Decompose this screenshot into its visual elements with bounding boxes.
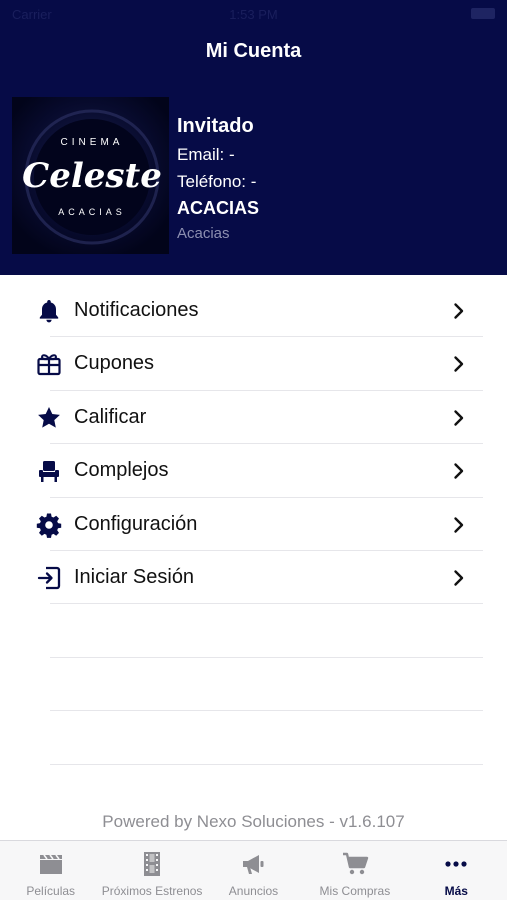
tab-mas[interactable]: Más: [406, 841, 507, 900]
menu-item-complejos[interactable]: Complejos: [0, 444, 507, 498]
menu-item-label: Complejos: [74, 459, 169, 482]
tab-anuncios[interactable]: Anuncios: [203, 841, 304, 900]
status-time: 1:53 PM: [229, 7, 278, 22]
chevron-right-icon: [453, 462, 465, 480]
chevron-right-icon: [453, 569, 465, 587]
tab-label: Anuncios: [228, 884, 279, 898]
battery-icon: [471, 8, 495, 19]
more-dots-icon: [442, 851, 470, 877]
profile-name: Invitado: [177, 115, 254, 137]
menu-item-label: Iniciar Sesión: [74, 565, 195, 588]
menu-item-cupones[interactable]: Cupones: [0, 337, 507, 391]
gift-icon: [36, 351, 62, 377]
tab-mis-compras[interactable]: Mis Compras: [304, 841, 405, 900]
profile-city: Acacias: [177, 225, 230, 242]
menu-item-label: Configuración: [74, 512, 198, 535]
star-icon: [36, 405, 62, 431]
menu-divider: [50, 763, 483, 765]
tab-label: Próximos Estrenos: [101, 884, 203, 898]
tab-label: Más: [444, 884, 468, 898]
account-menu: Notificaciones Cupones Calificar Complej…: [0, 284, 507, 765]
gear-icon: [36, 512, 62, 538]
cart-icon: [341, 851, 369, 877]
chevron-right-icon: [453, 409, 465, 427]
menu-item-label: Calificar: [74, 405, 147, 428]
menu-item-configuracion[interactable]: Configuración: [0, 498, 507, 551]
page-title: Mi Cuenta: [205, 40, 302, 62]
logo-brand-text: Celeste: [22, 156, 162, 196]
login-icon: [36, 565, 62, 591]
cinema-logo: CINEMA Celeste ACACIAS: [12, 97, 169, 254]
tab-label: Películas: [26, 884, 76, 898]
status-bar: Carrier 1:53 PM: [0, 0, 507, 28]
chevron-right-icon: [453, 355, 465, 373]
tab-peliculas[interactable]: Películas: [0, 841, 101, 900]
tab-bar: Películas Próximos Estrenos Anuncios Mis…: [0, 840, 507, 900]
bell-icon: [36, 298, 62, 324]
megaphone-icon: [239, 851, 267, 877]
empty-row: [0, 658, 507, 712]
profile-phone: Teléfono: -: [177, 172, 257, 191]
menu-item-iniciar-sesion[interactable]: Iniciar Sesión: [0, 551, 507, 605]
logo-top-text: CINEMA: [61, 137, 124, 148]
chevron-right-icon: [453, 516, 465, 534]
chevron-right-icon: [453, 302, 465, 320]
menu-item-calificar[interactable]: Calificar: [0, 391, 507, 445]
seat-icon: [36, 458, 62, 484]
logo-bottom-text: ACACIAS: [58, 207, 126, 217]
account-header: Carrier 1:53 PM Mi Cuenta CINEMA Celeste…: [0, 0, 507, 275]
profile-complex: ACACIAS: [177, 198, 260, 218]
menu-item-notificaciones[interactable]: Notificaciones: [0, 284, 507, 338]
menu-item-label: Notificaciones: [74, 299, 199, 321]
empty-row: [0, 604, 507, 658]
menu-item-label: Cupones: [74, 352, 155, 375]
empty-row: [0, 711, 507, 765]
tab-label: Mis Compras: [319, 884, 391, 898]
tab-proximos-estrenos[interactable]: Próximos Estrenos: [101, 841, 202, 900]
film-strip-icon: [138, 851, 166, 877]
powered-by-label: Powered by Nexo Soluciones - v1.6.107: [102, 812, 405, 831]
profile-email: Email: -: [177, 145, 235, 164]
clapperboard-icon: [37, 851, 65, 877]
